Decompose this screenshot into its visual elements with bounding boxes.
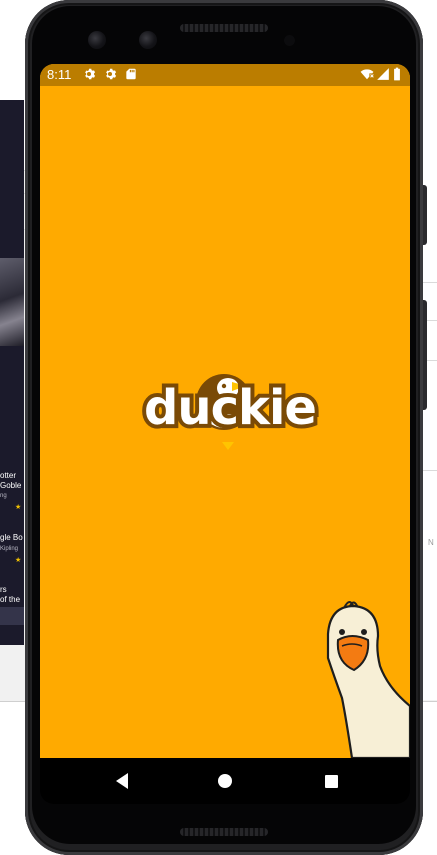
nav-recent-apps-button[interactable] — [319, 769, 343, 793]
background-book-author: ng — [0, 493, 7, 499]
settings-icon — [106, 68, 117, 80]
device-emulator-stage: otter Goble ng ★ gle Bo Kipling ★ rs of … — [0, 0, 437, 855]
background-book-title: Goble — [0, 481, 22, 490]
status-bar: 8:11 — [40, 64, 410, 86]
background-book-author: Kipling — [0, 546, 19, 552]
background-rating-star-icon: ★ — [15, 557, 22, 564]
front-camera-icon — [139, 31, 157, 49]
duckie-logo-text: duckie — [144, 380, 316, 436]
duckie-logo: duckie — [140, 374, 320, 450]
proximity-sensor — [284, 35, 295, 46]
status-time: 8:11 — [47, 67, 72, 82]
settings-icon — [85, 68, 96, 80]
splash-screen: 8:11 duckie — [40, 64, 410, 758]
front-camera-icon — [88, 31, 106, 49]
background-side-label: N — [428, 538, 434, 547]
bottom-speaker — [180, 828, 268, 836]
earpiece-speaker — [180, 24, 268, 32]
background-book-title: rs — [0, 585, 7, 594]
background-rating-star-icon: ★ — [15, 504, 22, 511]
back-icon — [116, 773, 128, 789]
background-book-cover — [0, 258, 24, 346]
wifi-off-icon — [360, 69, 374, 80]
background-panel-footer — [0, 607, 24, 625]
home-icon — [218, 774, 232, 788]
background-book-list-panel: otter Goble ng ★ gle Bo Kipling ★ rs of … — [0, 100, 24, 645]
signal-icon — [377, 68, 389, 80]
background-book-title: gle Bo — [0, 533, 23, 542]
recent-apps-icon — [324, 774, 338, 788]
background-book-title: otter — [0, 471, 17, 480]
goose-illustration-icon — [326, 601, 410, 758]
sd-card-icon — [126, 68, 136, 80]
background-book-title: of the — [0, 595, 21, 604]
nav-home-button[interactable] — [213, 769, 237, 793]
navigation-bar — [40, 758, 410, 804]
nav-back-button[interactable] — [110, 769, 134, 793]
battery-icon — [394, 67, 400, 81]
